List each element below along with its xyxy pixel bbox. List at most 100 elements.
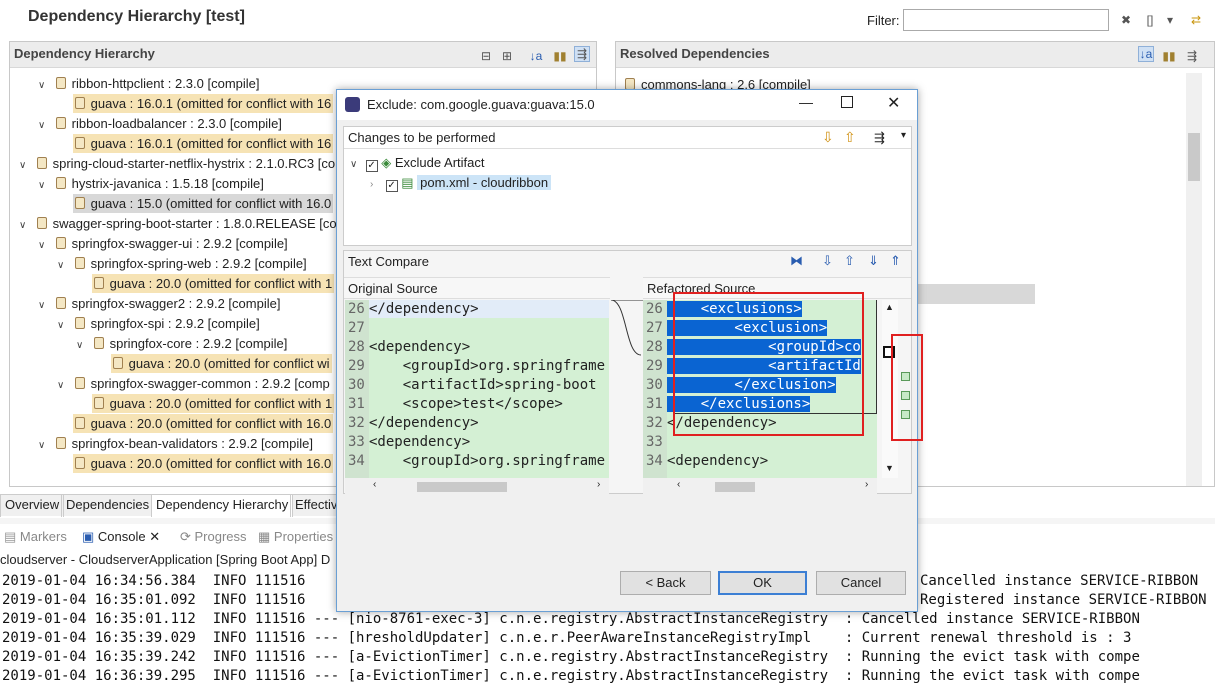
change-item-exclude[interactable]: ∨ ✓ ◈ Exclude Artifact — [350, 153, 484, 173]
tree-item[interactable]: guava : 20.0 (omitted for conflict with … — [57, 454, 334, 474]
show-jars-icon[interactable]: ▮▮ — [552, 48, 568, 64]
code-line: <groupId>org.springframe — [369, 358, 606, 374]
chevron-down-icon[interactable]: ∨ — [350, 155, 362, 175]
jar-icon — [93, 337, 104, 349]
previous-change-icon[interactable]: ⇑ — [890, 253, 901, 269]
tree-item-label: guava : 20.0 (omitted for conflict with … — [91, 394, 335, 413]
back-button[interactable]: < Back — [620, 571, 711, 595]
tree-item[interactable]: ∨ hystrix-javanica : 1.5.18 [compile] — [38, 174, 266, 194]
refactored-hscroll[interactable]: ‹ › — [643, 478, 877, 494]
tree-item[interactable]: guava : 15.0 (omitted for conflict with … — [57, 194, 334, 214]
show-jars-icon[interactable]: ▮▮ — [1161, 48, 1177, 64]
scrollbar-thumb[interactable] — [1188, 133, 1200, 181]
tree-item[interactable]: guava : 16.0.1 (omitted for conflict wit… — [57, 94, 334, 114]
tab-progress[interactable]: ⟳ Progress — [180, 529, 247, 545]
chevron-down-icon[interactable]: ∨ — [38, 176, 50, 196]
chevron-down-icon[interactable]: ∨ — [19, 156, 31, 176]
change-item-pom[interactable]: › ✓ ▤ pom.xml - cloudribbon — [370, 173, 552, 195]
jar-icon — [55, 177, 66, 189]
resolved-scrollbar[interactable] — [1186, 73, 1202, 486]
tree-item[interactable]: ∨ swagger-spring-boot-starter : 1.8.0.RE… — [19, 214, 339, 234]
original-source-pane[interactable]: 26 </dependency> 27 28 <dependency> 29 <group… — [345, 300, 609, 478]
previous-difference-icon[interactable]: ⇧ — [844, 253, 855, 269]
next-change-icon[interactable]: ⇓ — [868, 253, 879, 269]
tab-overview[interactable]: Overview — [0, 495, 65, 517]
sort-az-icon[interactable]: ↓a — [528, 48, 544, 64]
chevron-right-icon[interactable]: › — [370, 175, 382, 195]
filter-input[interactable] — [903, 9, 1109, 31]
ok-button[interactable]: OK — [718, 571, 807, 595]
previous-change-icon[interactable]: ⇧ — [844, 129, 856, 146]
tree-item[interactable]: ∨ springfox-swagger-common : 2.9.2 [comp — [57, 374, 332, 394]
chevron-down-icon[interactable]: ∨ — [38, 236, 50, 256]
tree-item[interactable]: ∨ ribbon-httpclient : 2.3.0 [compile] — [38, 74, 262, 94]
chevron-down-icon[interactable]: ▾ — [1162, 12, 1178, 28]
checkbox-checked-icon[interactable]: ✓ — [385, 180, 398, 192]
clear-filter-icon[interactable]: ✖ — [1118, 12, 1134, 28]
tree-item-label: guava : 20.0 (omitted for conflict wi — [110, 354, 332, 373]
scroll-down-icon[interactable]: ▼ — [885, 463, 894, 473]
tree-item[interactable]: ∨ springfox-core : 2.9.2 [compile] — [76, 334, 289, 354]
sort-az-icon[interactable]: ↓a — [1138, 46, 1154, 62]
tree-item[interactable]: guava : 20.0 (omitted for conflict with … — [76, 274, 335, 294]
close-icon[interactable]: ✕ — [149, 529, 160, 544]
minimize-icon[interactable]: — — [799, 94, 813, 110]
tab-dependencies[interactable]: Dependencies — [61, 495, 155, 517]
brackets-icon[interactable]: [] — [1142, 12, 1158, 28]
jar-icon — [74, 377, 85, 389]
tab-console[interactable]: ▣ Console ✕ — [82, 529, 160, 545]
tab-effective-pom[interactable]: Effectiv — [290, 495, 343, 517]
cancel-button[interactable]: Cancel — [816, 571, 906, 595]
tab-properties[interactable]: ▦ Properties — [258, 529, 333, 545]
tree-item[interactable]: ∨ spring-cloud-starter-netflix-hystrix :… — [19, 154, 337, 174]
maximize-icon[interactable] — [841, 96, 853, 108]
tree-item-label: springfox-swagger-common : 2.9.2 [comp — [73, 374, 332, 393]
scroll-up-icon[interactable]: ▲ — [885, 302, 894, 312]
next-change-icon[interactable]: ⇩ — [822, 129, 834, 146]
next-difference-icon[interactable]: ⇩ — [822, 253, 833, 269]
swap-sides-icon[interactable]: ⧓ — [790, 253, 803, 269]
chevron-down-icon[interactable]: ∨ — [76, 336, 88, 356]
chevron-down-icon[interactable]: ∨ — [38, 296, 50, 316]
chevron-down-icon[interactable]: ∨ — [57, 256, 69, 276]
chevron-down-icon[interactable]: ∨ — [19, 216, 31, 236]
chevron-down-icon[interactable]: ∨ — [57, 376, 69, 396]
tree-item[interactable]: ∨ ribbon-loadbalancer : 2.3.0 [compile] — [38, 114, 284, 134]
changes-panel: Changes to be performed ⇩ ⇧ ⇶ ▾ ∨ ✓ ◈ Ex… — [343, 126, 912, 246]
sync-icon[interactable]: ⇄ — [1188, 12, 1204, 28]
tab-dependency-hierarchy[interactable]: Dependency Hierarchy — [151, 495, 294, 517]
tree-item[interactable]: ∨ springfox-spi : 2.9.2 [compile] — [57, 314, 262, 334]
show-conflicts-icon[interactable]: ⇶ — [1184, 48, 1200, 64]
collapse-all-icon[interactable]: ⊟ — [478, 48, 494, 64]
tree-item[interactable]: ∨ springfox-bean-validators : 2.9.2 [com… — [38, 434, 315, 454]
chevron-down-icon[interactable]: ∨ — [57, 316, 69, 336]
line-number: 30 — [646, 377, 663, 393]
chevron-down-icon[interactable]: ∨ — [38, 76, 50, 96]
filter-changes-icon[interactable]: ⇶ — [874, 130, 885, 146]
tree-item[interactable]: ∨ springfox-swagger-ui : 2.9.2 [compile] — [38, 234, 290, 254]
tree-item[interactable]: guava : 20.0 (omitted for conflict with … — [76, 394, 335, 414]
jar-icon — [74, 257, 85, 269]
original-hscroll[interactable]: ‹ › — [345, 478, 609, 494]
tree-item[interactable]: guava : 20.0 (omitted for conflict wi — [95, 354, 332, 374]
chevron-down-icon[interactable]: ▾ — [901, 130, 906, 141]
code-line: <dependency> — [667, 453, 769, 469]
checkbox-checked-icon[interactable]: ✓ — [365, 160, 378, 172]
tree-item[interactable]: ∨ springfox-swagger2 : 2.9.2 [compile] — [38, 294, 282, 314]
markers-icon: ▤ — [4, 529, 20, 544]
tree-item[interactable]: guava : 20.0 (omitted for conflict with … — [57, 414, 334, 434]
close-icon[interactable]: ✕ — [887, 93, 900, 113]
expand-all-icon[interactable]: ⊞ — [499, 48, 515, 64]
line-number: 29 — [646, 358, 663, 374]
chevron-down-icon[interactable]: ∨ — [38, 436, 50, 456]
line-number: 26 — [646, 301, 663, 317]
show-conflicts-icon[interactable]: ⇶ — [574, 46, 590, 62]
jar-icon — [74, 197, 85, 209]
properties-icon: ▦ — [258, 529, 274, 544]
tab-markers[interactable]: ▤ Markers — [4, 529, 67, 545]
tree-item[interactable]: ∨ springfox-spring-web : 2.9.2 [compile] — [57, 254, 309, 274]
tree-item[interactable]: guava : 16.0.1 (omitted for conflict wit… — [57, 134, 334, 154]
chevron-down-icon[interactable]: ∨ — [38, 116, 50, 136]
line-number: 30 — [348, 377, 365, 393]
console-line: 2019-01-04 16:34:56.384 INFO 111516 — [2, 573, 306, 589]
